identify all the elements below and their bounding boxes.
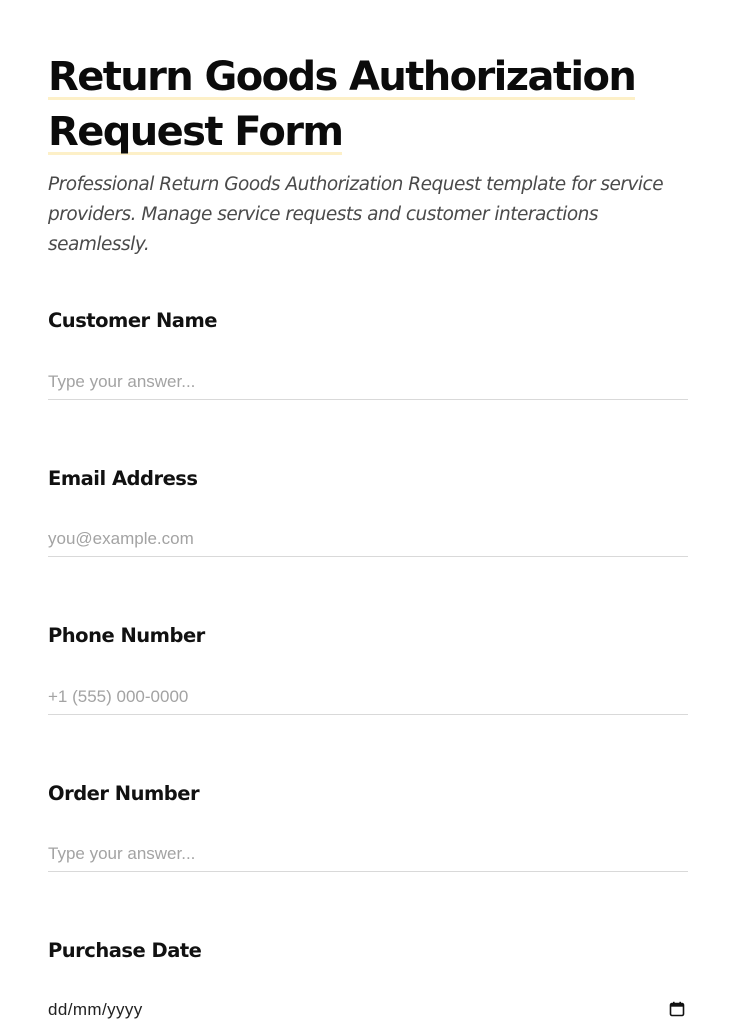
purchase-date-format: dd/mm/yyyy [48, 1000, 143, 1019]
purchase-date-field: Purchase Date dd/mm/yyyy [48, 938, 688, 1019]
customer-name-input[interactable] [48, 364, 688, 400]
order-number-input[interactable] [48, 836, 688, 872]
order-number-field: Order Number [48, 781, 688, 872]
form-description: Professional Return Goods Authorization … [48, 174, 664, 255]
purchase-date-input[interactable]: dd/mm/yyyy [48, 994, 688, 1030]
page-title-line-2: Request Form [48, 109, 344, 155]
page-title-line-1: Return Goods Authorization [48, 54, 637, 100]
phone-field: Phone Number [48, 623, 688, 715]
email-input[interactable] [48, 521, 688, 557]
customer-name-field: Customer Name [48, 308, 688, 400]
phone-input[interactable] [48, 679, 688, 715]
email-field: Email Address [48, 466, 688, 557]
email-label: Email Address [48, 467, 198, 490]
phone-label: Phone Number [48, 624, 205, 647]
order-number-label: Order Number [48, 782, 200, 805]
form-container: Return Goods Authorization Request Form P… [48, 50, 688, 1019]
calendar-icon[interactable] [669, 1001, 685, 1017]
purchase-date-label: Purchase Date [48, 939, 202, 962]
customer-name-label: Customer Name [48, 309, 218, 332]
page-title: Return Goods Authorization Request Form [48, 50, 688, 160]
